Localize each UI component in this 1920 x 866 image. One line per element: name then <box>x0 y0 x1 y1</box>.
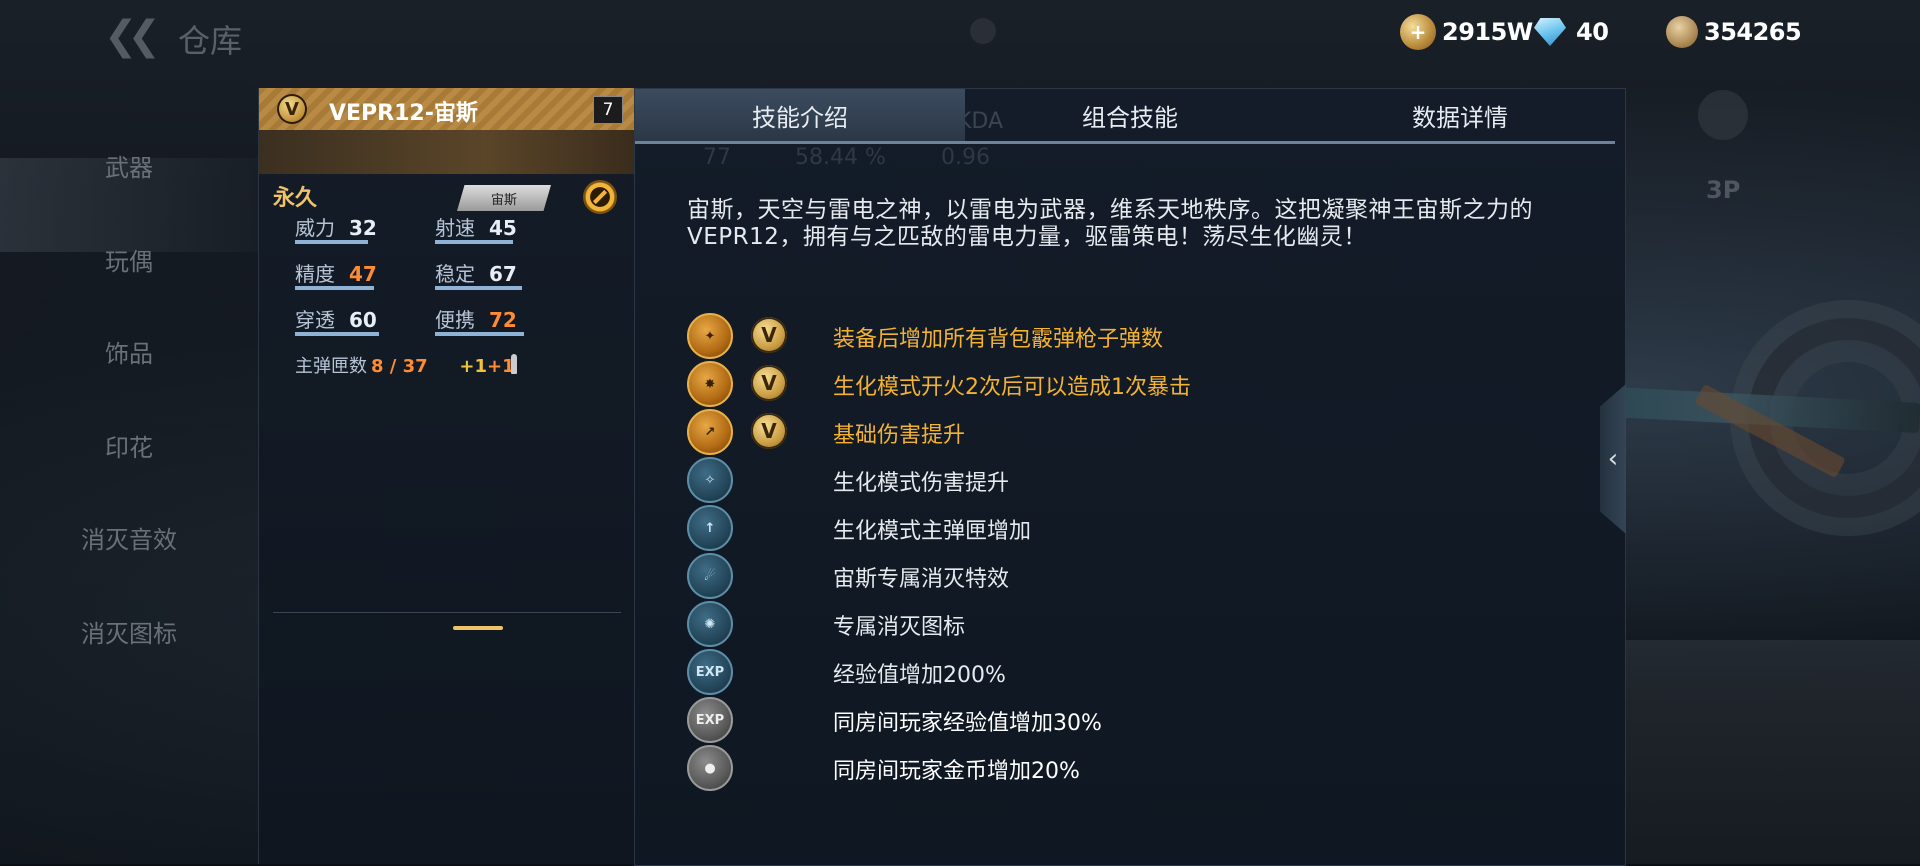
skill-row: ☄ 宙斯专属消灭特效 <box>687 553 1587 599</box>
room-exp-icon: EXP <box>687 697 733 743</box>
magazine-up-icon: ↑ <box>687 505 733 551</box>
sidebar-item-kill-sound[interactable]: 消灭音效 <box>0 520 258 555</box>
skill-text: 经验值增加200% <box>833 663 1006 688</box>
ammo-label: 主弹匣数 <box>295 356 367 377</box>
skill-text: 生化模式主弹匣增加 <box>833 519 1032 544</box>
vip-v-icon: V <box>277 94 307 124</box>
honor-value: 354265 <box>1704 18 1802 46</box>
weapon-card-subheader: 永久 宙斯 <box>259 130 635 214</box>
zombie-damage-icon: ✧ <box>687 457 733 503</box>
weapon-name: VEPR12-宙斯 <box>329 101 478 126</box>
ghost-value: 58.44 % <box>795 145 886 170</box>
skill-text: 同房间玩家金币增加20% <box>833 759 1080 784</box>
skill-row: ↑ 生化模式主弹匣增加 <box>687 505 1587 551</box>
skill-row: ✺ 专属消灭图标 <box>687 601 1587 647</box>
stat-fire-rate: 射速 45 <box>435 212 535 244</box>
tab-underline <box>635 141 1615 144</box>
skill-text: 生化模式伤害提升 <box>833 471 1010 496</box>
ghost-value: 77 <box>703 145 731 170</box>
record-dot-icon <box>970 18 996 44</box>
diamond-value: 40 <box>1576 18 1609 46</box>
skill-row: ● 同房间玩家金币增加20% <box>687 745 1587 791</box>
weapon-tag: 宙斯 <box>457 185 551 211</box>
stat-portability: 便携 72 <box>435 304 535 336</box>
skill-row: ↗ V 基础伤害提升 <box>687 409 1587 455</box>
gold-value: 2915W <box>1442 18 1533 46</box>
sidebar: 武器 玩偶 饰品 印花 消灭音效 消灭图标 <box>0 70 258 864</box>
sidebar-item-accessory[interactable]: 饰品 <box>0 334 258 369</box>
vip-v-icon: V <box>751 317 787 353</box>
diamond-icon <box>1530 16 1570 48</box>
ghost-value: 0.96 <box>941 145 990 170</box>
stat-bar <box>435 286 522 290</box>
floor <box>1620 640 1920 864</box>
sidebar-item-doll[interactable]: 玩偶 <box>0 242 258 277</box>
equip-status-icon[interactable] <box>583 180 617 214</box>
skill-text: 装备后增加所有背包霰弹枪子弹数 <box>833 327 1164 352</box>
stat-bar <box>435 240 513 244</box>
skill-text: 宙斯专属消灭特效 <box>833 567 1010 592</box>
weapon-card: V VEPR12-宙斯 7 永久 宙斯 威力 32 射速 45 精度 47 稳定 67 … <box>258 88 635 864</box>
shotgun-icon: ✦ <box>687 313 733 359</box>
skill-panel: 畅爽 胜率 平均KDA 技能介绍 组合技能 数据详情 77 58.44 % 0.… <box>634 88 1626 866</box>
skill-row: EXP 经验值增加200% <box>687 649 1587 695</box>
ammo-row: 主弹匣数 8 / 37 +1+1 <box>295 352 517 378</box>
tab-skill-intro[interactable]: 技能介绍 <box>635 89 965 141</box>
skill-row: ✦ V 装备后增加所有背包霰弹枪子弹数 <box>687 313 1587 359</box>
duration-label: 永久 <box>273 186 318 211</box>
skill-row: ✧ 生化模式伤害提升 <box>687 457 1587 503</box>
page-title: 仓库 <box>178 22 243 60</box>
stat-penetration: 穿透 60 <box>295 304 395 336</box>
sidebar-item-weapon[interactable]: 武器 <box>0 148 258 183</box>
stat-bar <box>295 332 379 336</box>
skill-text: 生化模式开火2次后可以造成1次暴击 <box>833 375 1191 400</box>
vip-v-icon: V <box>751 413 787 449</box>
card-scroll-handle[interactable] <box>453 626 503 630</box>
currency-gold[interactable]: + 2915W <box>1400 14 1533 50</box>
view-mode-label[interactable]: 3P <box>1706 176 1740 204</box>
skill-text: 基础伤害提升 <box>833 423 966 448</box>
crit-icon: ✸ <box>687 361 733 407</box>
stat-stability: 稳定 67 <box>435 258 535 290</box>
tab-data-details[interactable]: 数据详情 <box>1295 89 1625 141</box>
ammo-bonus: +1 <box>459 356 488 377</box>
skill-text: 专属消灭图标 <box>833 615 966 640</box>
ammo-value: 8 / 37 <box>371 356 428 377</box>
sidebar-item-sticker[interactable]: 印花 <box>0 428 258 463</box>
card-divider <box>273 612 621 613</box>
camera-rotate-icon[interactable] <box>1698 90 1748 140</box>
vip-v-icon: V <box>751 365 787 401</box>
sidebar-item-kill-icon[interactable]: 消灭图标 <box>0 614 258 649</box>
kill-effect-icon: ☄ <box>687 553 733 599</box>
stat-bar <box>435 332 524 336</box>
kill-badge-icon: ✺ <box>687 601 733 647</box>
gold-coin-icon: + <box>1400 14 1436 50</box>
currency-diamond[interactable]: 40 <box>1530 14 1609 50</box>
damage-up-icon: ↗ <box>687 409 733 455</box>
honor-coin-icon <box>1666 16 1698 48</box>
skill-row: ✸ V 生化模式开火2次后可以造成1次暴击 <box>687 361 1587 407</box>
room-coin-icon: ● <box>687 745 733 791</box>
weapon-level-badge: 7 <box>593 96 623 124</box>
skill-row: EXP 同房间玩家经验值增加30% <box>687 697 1587 743</box>
top-bar: ❮❮ 仓库 + 2915W 40 354265 <box>0 0 1920 70</box>
tab-bar: 畅爽 胜率 平均KDA 技能介绍 组合技能 数据详情 <box>635 89 1625 145</box>
collapse-panel-chevron-icon[interactable]: ‹ <box>1600 384 1626 534</box>
stat-bar <box>295 240 368 244</box>
skill-text: 同房间玩家经验值增加30% <box>833 711 1102 736</box>
currency-honor[interactable]: 354265 <box>1666 14 1802 50</box>
stat-power: 威力 32 <box>295 212 395 244</box>
stat-accuracy: 精度 47 <box>295 258 395 290</box>
weapon-card-header: V VEPR12-宙斯 7 <box>259 88 635 130</box>
tab-combo-skill[interactable]: 组合技能 <box>965 89 1295 141</box>
stat-bar <box>295 286 374 290</box>
exp-icon: EXP <box>687 649 733 695</box>
back-chevron-icon[interactable]: ❮❮ <box>104 16 161 56</box>
weapon-description: 宙斯，天空与雷电之神，以雷电为武器，维系天地秩序。这把凝聚神王宙斯之力的VEPR… <box>687 197 1533 250</box>
bullet-icon <box>511 354 517 374</box>
